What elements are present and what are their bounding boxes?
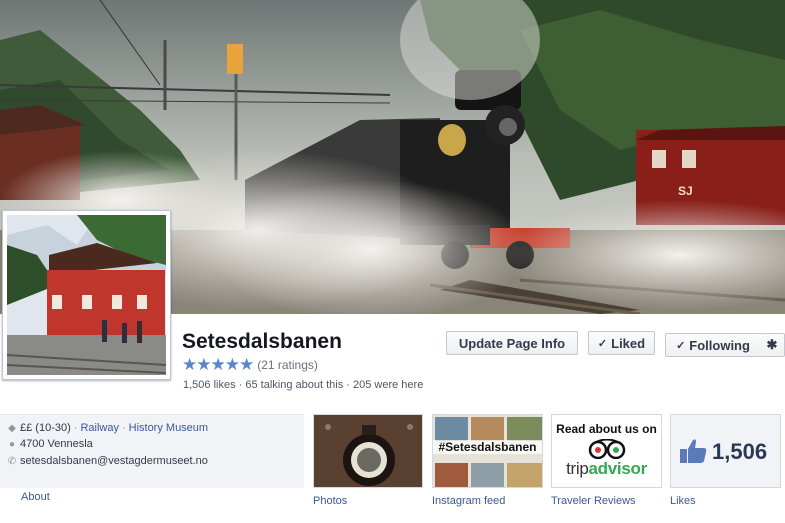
photos-label[interactable]: Photos: [313, 495, 347, 507]
page-info-box: ◆ ££ (10-30) · Railway · History Museum …: [0, 414, 304, 488]
category-link-history-museum[interactable]: History Museum: [129, 422, 208, 434]
tripadvisor-owl-icon: [588, 439, 626, 459]
likes-label[interactable]: Likes: [670, 495, 696, 507]
location-pin-icon: ●: [8, 438, 16, 450]
instagram-hashtag: #Setesdalsbanen: [433, 440, 542, 454]
settings-gear-button[interactable]: ✱: [760, 333, 785, 357]
photos-tile[interactable]: [313, 414, 423, 488]
liked-button[interactable]: ✓ Liked: [588, 331, 655, 355]
instagram-tile[interactable]: #Setesdalsbanen: [432, 414, 543, 488]
email-link[interactable]: setesdalsbanen@vestagdermuseet.no: [20, 455, 208, 467]
rating[interactable]: ★★★★★ (21 ratings): [182, 355, 318, 374]
info-row-address: ● 4700 Vennesla: [6, 438, 93, 450]
gear-icon: ✱: [766, 337, 778, 352]
page-stats: 1,506 likes · 65 talking about this · 20…: [183, 379, 424, 391]
price-range: ££ (10-30): [20, 422, 71, 434]
tag-icon: ◆: [8, 422, 16, 434]
wagon-marking: SJ: [678, 184, 693, 198]
address[interactable]: 4700 Vennesla: [20, 438, 93, 450]
tripadvisor-intro: Read about us on: [556, 422, 657, 436]
following-button[interactable]: ✓ Following: [665, 333, 761, 357]
tripadvisor-word-trip: trip: [566, 459, 589, 478]
check-icon: ✓: [597, 337, 608, 350]
tripadvisor-tile[interactable]: Read about us on tripadvisor: [551, 414, 662, 488]
phone-icon: ✆: [7, 455, 17, 467]
thumbs-up-icon: [680, 439, 707, 463]
likes-tile[interactable]: 1,506: [670, 414, 781, 488]
instagram-label[interactable]: Instagram feed: [432, 495, 505, 507]
separator: ·: [73, 422, 78, 434]
traveler-reviews-label[interactable]: Traveler Reviews: [551, 495, 636, 507]
update-page-info-label: Update Page Info: [458, 335, 566, 351]
liked-label: Liked: [611, 335, 646, 351]
page-title[interactable]: Setesdalsbanen: [182, 330, 342, 354]
profile-picture[interactable]: [2, 210, 171, 380]
update-page-info-button[interactable]: Update Page Info: [446, 331, 578, 355]
separator: ·: [121, 422, 126, 434]
ratings-count[interactable]: (21 ratings): [257, 358, 318, 372]
likes-count: 1,506: [712, 439, 768, 464]
category-link-railway[interactable]: Railway: [80, 422, 119, 434]
info-row-categories: ◆ ££ (10-30) · Railway · History Museum: [6, 422, 208, 434]
check-icon: ✓: [676, 339, 686, 352]
tripadvisor-logo-text: tripadvisor: [552, 459, 661, 479]
rating-stars-icon: ★★★★★: [182, 355, 254, 374]
about-link[interactable]: About: [21, 491, 50, 503]
following-label: Following: [689, 337, 750, 353]
info-row-email: ✆ setesdalsbanen@vestagdermuseet.no: [6, 455, 208, 467]
tripadvisor-word-advisor: advisor: [588, 459, 648, 478]
